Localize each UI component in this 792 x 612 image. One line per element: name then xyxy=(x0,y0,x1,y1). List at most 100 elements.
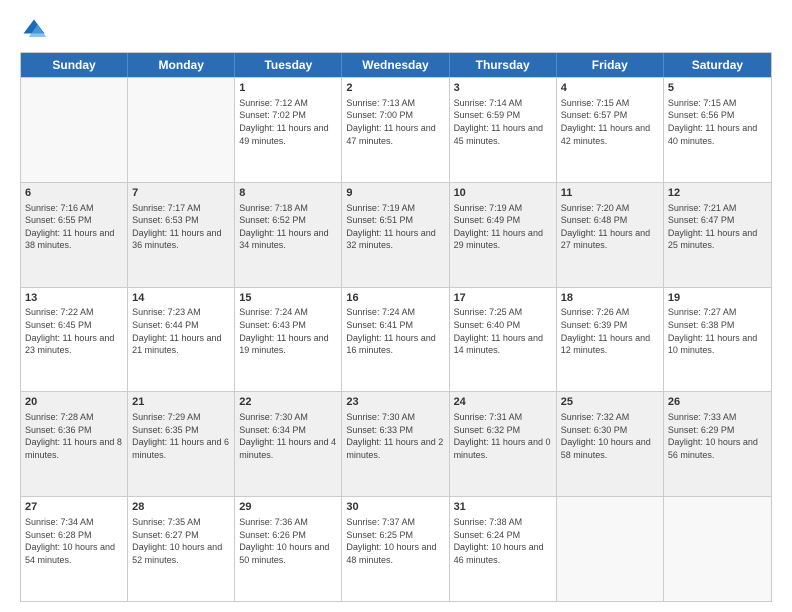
day-number: 15 xyxy=(239,291,337,306)
day-number: 8 xyxy=(239,186,337,201)
calendar-week: 27Sunrise: 7:34 AMSunset: 6:28 PMDayligh… xyxy=(21,496,771,601)
day-number: 4 xyxy=(561,81,659,96)
day-info: Sunrise: 7:18 AMSunset: 6:52 PMDaylight:… xyxy=(239,202,337,252)
calendar-day-cell xyxy=(21,78,128,182)
weekday-header: Thursday xyxy=(450,53,557,77)
day-info: Sunrise: 7:32 AMSunset: 6:30 PMDaylight:… xyxy=(561,411,659,461)
calendar-day-cell: 9Sunrise: 7:19 AMSunset: 6:51 PMDaylight… xyxy=(342,183,449,287)
calendar-day-cell: 10Sunrise: 7:19 AMSunset: 6:49 PMDayligh… xyxy=(450,183,557,287)
day-info: Sunrise: 7:24 AMSunset: 6:41 PMDaylight:… xyxy=(346,306,444,356)
day-info: Sunrise: 7:29 AMSunset: 6:35 PMDaylight:… xyxy=(132,411,230,461)
day-info: Sunrise: 7:34 AMSunset: 6:28 PMDaylight:… xyxy=(25,516,123,566)
day-number: 2 xyxy=(346,81,444,96)
calendar-day-cell: 12Sunrise: 7:21 AMSunset: 6:47 PMDayligh… xyxy=(664,183,771,287)
calendar-day-cell: 20Sunrise: 7:28 AMSunset: 6:36 PMDayligh… xyxy=(21,392,128,496)
day-info: Sunrise: 7:30 AMSunset: 6:33 PMDaylight:… xyxy=(346,411,444,461)
calendar-body: 1Sunrise: 7:12 AMSunset: 7:02 PMDaylight… xyxy=(21,77,771,601)
weekday-header: Wednesday xyxy=(342,53,449,77)
day-info: Sunrise: 7:22 AMSunset: 6:45 PMDaylight:… xyxy=(25,306,123,356)
day-info: Sunrise: 7:28 AMSunset: 6:36 PMDaylight:… xyxy=(25,411,123,461)
day-info: Sunrise: 7:37 AMSunset: 6:25 PMDaylight:… xyxy=(346,516,444,566)
day-number: 6 xyxy=(25,186,123,201)
day-number: 16 xyxy=(346,291,444,306)
calendar-day-cell: 23Sunrise: 7:30 AMSunset: 6:33 PMDayligh… xyxy=(342,392,449,496)
calendar-day-cell: 27Sunrise: 7:34 AMSunset: 6:28 PMDayligh… xyxy=(21,497,128,601)
day-number: 7 xyxy=(132,186,230,201)
day-info: Sunrise: 7:15 AMSunset: 6:56 PMDaylight:… xyxy=(668,97,767,147)
day-number: 29 xyxy=(239,500,337,515)
calendar-day-cell xyxy=(128,78,235,182)
day-info: Sunrise: 7:15 AMSunset: 6:57 PMDaylight:… xyxy=(561,97,659,147)
header xyxy=(20,16,772,44)
day-number: 18 xyxy=(561,291,659,306)
day-number: 14 xyxy=(132,291,230,306)
calendar-day-cell: 28Sunrise: 7:35 AMSunset: 6:27 PMDayligh… xyxy=(128,497,235,601)
day-number: 17 xyxy=(454,291,552,306)
day-number: 28 xyxy=(132,500,230,515)
day-number: 23 xyxy=(346,395,444,410)
day-info: Sunrise: 7:20 AMSunset: 6:48 PMDaylight:… xyxy=(561,202,659,252)
day-number: 12 xyxy=(668,186,767,201)
day-info: Sunrise: 7:19 AMSunset: 6:51 PMDaylight:… xyxy=(346,202,444,252)
weekday-header: Friday xyxy=(557,53,664,77)
calendar-day-cell: 24Sunrise: 7:31 AMSunset: 6:32 PMDayligh… xyxy=(450,392,557,496)
day-info: Sunrise: 7:17 AMSunset: 6:53 PMDaylight:… xyxy=(132,202,230,252)
day-info: Sunrise: 7:26 AMSunset: 6:39 PMDaylight:… xyxy=(561,306,659,356)
calendar-day-cell: 7Sunrise: 7:17 AMSunset: 6:53 PMDaylight… xyxy=(128,183,235,287)
calendar-day-cell: 5Sunrise: 7:15 AMSunset: 6:56 PMDaylight… xyxy=(664,78,771,182)
weekday-header: Saturday xyxy=(664,53,771,77)
calendar-week: 20Sunrise: 7:28 AMSunset: 6:36 PMDayligh… xyxy=(21,391,771,496)
weekday-header: Monday xyxy=(128,53,235,77)
logo-icon xyxy=(20,16,48,44)
day-info: Sunrise: 7:13 AMSunset: 7:00 PMDaylight:… xyxy=(346,97,444,147)
day-info: Sunrise: 7:36 AMSunset: 6:26 PMDaylight:… xyxy=(239,516,337,566)
calendar-day-cell: 2Sunrise: 7:13 AMSunset: 7:00 PMDaylight… xyxy=(342,78,449,182)
day-info: Sunrise: 7:12 AMSunset: 7:02 PMDaylight:… xyxy=(239,97,337,147)
calendar-day-cell: 1Sunrise: 7:12 AMSunset: 7:02 PMDaylight… xyxy=(235,78,342,182)
day-info: Sunrise: 7:19 AMSunset: 6:49 PMDaylight:… xyxy=(454,202,552,252)
calendar-day-cell xyxy=(664,497,771,601)
day-number: 3 xyxy=(454,81,552,96)
calendar-day-cell: 8Sunrise: 7:18 AMSunset: 6:52 PMDaylight… xyxy=(235,183,342,287)
day-number: 25 xyxy=(561,395,659,410)
day-number: 27 xyxy=(25,500,123,515)
day-number: 19 xyxy=(668,291,767,306)
day-info: Sunrise: 7:16 AMSunset: 6:55 PMDaylight:… xyxy=(25,202,123,252)
calendar-week: 13Sunrise: 7:22 AMSunset: 6:45 PMDayligh… xyxy=(21,287,771,392)
weekday-header: Tuesday xyxy=(235,53,342,77)
page: SundayMondayTuesdayWednesdayThursdayFrid… xyxy=(0,0,792,612)
calendar-day-cell: 30Sunrise: 7:37 AMSunset: 6:25 PMDayligh… xyxy=(342,497,449,601)
day-number: 1 xyxy=(239,81,337,96)
day-number: 9 xyxy=(346,186,444,201)
weekday-header: Sunday xyxy=(21,53,128,77)
day-info: Sunrise: 7:23 AMSunset: 6:44 PMDaylight:… xyxy=(132,306,230,356)
day-number: 30 xyxy=(346,500,444,515)
day-info: Sunrise: 7:35 AMSunset: 6:27 PMDaylight:… xyxy=(132,516,230,566)
calendar-day-cell: 11Sunrise: 7:20 AMSunset: 6:48 PMDayligh… xyxy=(557,183,664,287)
calendar-day-cell: 22Sunrise: 7:30 AMSunset: 6:34 PMDayligh… xyxy=(235,392,342,496)
day-info: Sunrise: 7:31 AMSunset: 6:32 PMDaylight:… xyxy=(454,411,552,461)
day-info: Sunrise: 7:24 AMSunset: 6:43 PMDaylight:… xyxy=(239,306,337,356)
day-number: 21 xyxy=(132,395,230,410)
calendar-week: 1Sunrise: 7:12 AMSunset: 7:02 PMDaylight… xyxy=(21,77,771,182)
calendar-day-cell: 25Sunrise: 7:32 AMSunset: 6:30 PMDayligh… xyxy=(557,392,664,496)
calendar-day-cell: 26Sunrise: 7:33 AMSunset: 6:29 PMDayligh… xyxy=(664,392,771,496)
day-info: Sunrise: 7:33 AMSunset: 6:29 PMDaylight:… xyxy=(668,411,767,461)
calendar-day-cell: 16Sunrise: 7:24 AMSunset: 6:41 PMDayligh… xyxy=(342,288,449,392)
calendar-day-cell: 4Sunrise: 7:15 AMSunset: 6:57 PMDaylight… xyxy=(557,78,664,182)
calendar-header: SundayMondayTuesdayWednesdayThursdayFrid… xyxy=(21,53,771,77)
day-number: 31 xyxy=(454,500,552,515)
calendar-week: 6Sunrise: 7:16 AMSunset: 6:55 PMDaylight… xyxy=(21,182,771,287)
logo xyxy=(20,16,52,44)
day-info: Sunrise: 7:14 AMSunset: 6:59 PMDaylight:… xyxy=(454,97,552,147)
day-number: 11 xyxy=(561,186,659,201)
day-info: Sunrise: 7:27 AMSunset: 6:38 PMDaylight:… xyxy=(668,306,767,356)
calendar-day-cell xyxy=(557,497,664,601)
day-info: Sunrise: 7:21 AMSunset: 6:47 PMDaylight:… xyxy=(668,202,767,252)
calendar-day-cell: 19Sunrise: 7:27 AMSunset: 6:38 PMDayligh… xyxy=(664,288,771,392)
day-info: Sunrise: 7:30 AMSunset: 6:34 PMDaylight:… xyxy=(239,411,337,461)
calendar-day-cell: 21Sunrise: 7:29 AMSunset: 6:35 PMDayligh… xyxy=(128,392,235,496)
calendar-day-cell: 14Sunrise: 7:23 AMSunset: 6:44 PMDayligh… xyxy=(128,288,235,392)
day-number: 20 xyxy=(25,395,123,410)
calendar: SundayMondayTuesdayWednesdayThursdayFrid… xyxy=(20,52,772,602)
